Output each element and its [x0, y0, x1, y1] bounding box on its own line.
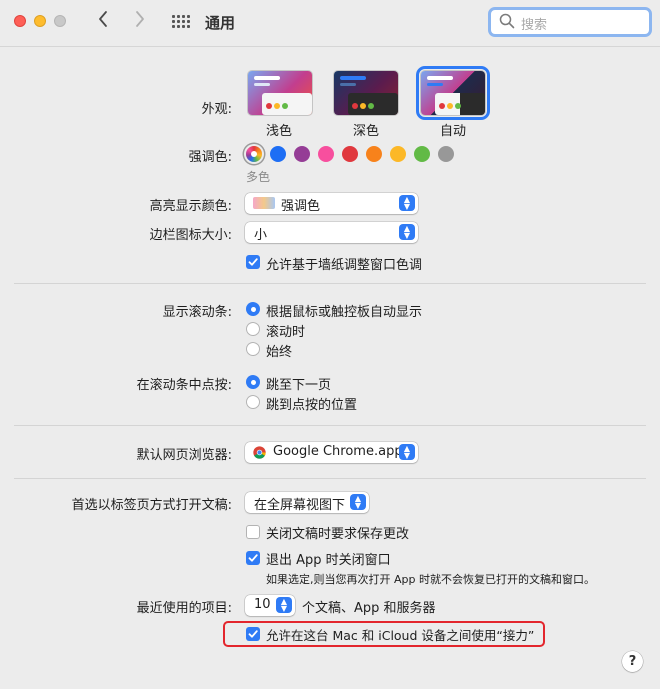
recent-items-popup[interactable]: 10 ▲ ▼ [245, 595, 295, 616]
titlebar: 通用 搜索 [0, 0, 660, 46]
highlight-color-label: 高亮显示颜色: [149, 199, 232, 214]
ask-save-label: 关闭文稿时要求保存更改 [266, 527, 410, 542]
accent-red[interactable] [342, 146, 358, 162]
scroll-click-next-page-radio[interactable] [246, 375, 260, 389]
scrollbars-scrolling-label: 滚动时 [266, 325, 306, 340]
section-divider [14, 478, 646, 479]
accent-pink[interactable] [318, 146, 334, 162]
default-browser-value: Google Chrome.app [273, 444, 403, 459]
scroll-click-next-page-label: 跳至下一页 [266, 378, 332, 393]
accent-multicolor[interactable] [246, 146, 262, 162]
titlebar-divider [0, 46, 660, 47]
close-window-button[interactable] [14, 15, 26, 27]
prefer-tabs-label: 首选以标签页方式打开文稿: [71, 498, 232, 513]
sidebar-icon-size-value: 小 [254, 228, 268, 243]
section-divider [14, 283, 646, 284]
accent-blue[interactable] [270, 146, 286, 162]
scrollbars-always-label: 始终 [266, 345, 293, 360]
appearance-dark-thumb[interactable] [333, 70, 399, 116]
show-all-grid-icon[interactable] [172, 15, 190, 29]
scroll-click-position-label: 跳到点按的位置 [266, 398, 358, 413]
accent-orange[interactable] [366, 146, 382, 162]
popup-chevron-icon: ▲ ▼ [399, 224, 415, 240]
recent-items-label: 最近使用的项目: [136, 601, 232, 616]
zoom-window-button[interactable] [54, 15, 66, 27]
appearance-light-thumb[interactable] [247, 70, 313, 116]
appearance-dark-label: 深色 [353, 124, 380, 139]
chrome-icon [253, 446, 266, 459]
search-input[interactable]: 搜索 [488, 7, 652, 37]
popup-chevron-icon: ▲ ▼ [350, 494, 366, 510]
scrollbars-scrolling-radio[interactable] [246, 322, 260, 336]
search-placeholder: 搜索 [521, 18, 548, 33]
show-scrollbars-label: 显示滚动条: [162, 305, 232, 320]
appearance-auto-label: 自动 [440, 124, 467, 139]
accent-selected-name: 多色 [246, 170, 271, 184]
wallpaper-tint-checkbox[interactable] [246, 255, 260, 269]
recent-items-suffix: 个文稿、App 和服务器 [302, 601, 436, 616]
handoff-highlight-box [223, 621, 545, 647]
accent-purple[interactable] [294, 146, 310, 162]
scrollbars-always-radio[interactable] [246, 342, 260, 356]
sidebar-icon-size-popup[interactable]: 小 ▲ ▼ [245, 222, 418, 243]
accent-yellow[interactable] [390, 146, 406, 162]
popup-chevron-icon: ▲ ▼ [276, 597, 292, 613]
appearance-auto-thumb[interactable] [416, 66, 490, 120]
highlight-color-popup[interactable]: 强调色 ▲ ▼ [245, 193, 418, 214]
close-windows-label: 退出 App 时关闭窗口 [266, 553, 391, 568]
window-title: 通用 [205, 14, 236, 32]
scrollbars-auto-radio[interactable] [246, 302, 260, 316]
accent-graphite[interactable] [438, 146, 454, 162]
close-windows-checkbox[interactable] [246, 551, 260, 565]
search-icon [499, 13, 515, 29]
scrollbars-auto-label: 根据鼠标或触控板自动显示 [266, 305, 423, 320]
scroll-click-label: 在滚动条中点按: [136, 378, 232, 393]
back-icon[interactable] [93, 10, 113, 34]
default-browser-popup[interactable]: Google Chrome.app ▲ ▼ [245, 442, 418, 463]
popup-chevron-icon: ▲ ▼ [399, 195, 415, 211]
section-divider [14, 425, 646, 426]
scroll-click-position-radio[interactable] [246, 395, 260, 409]
appearance-light-label: 浅色 [266, 124, 293, 139]
ask-save-checkbox[interactable] [246, 525, 260, 539]
accent-color-label: 强调色: [188, 150, 232, 165]
wallpaper-tint-label: 允许基于墙纸调整窗口色调 [266, 258, 423, 273]
forward-icon[interactable] [130, 10, 150, 34]
highlight-swatch-icon [253, 197, 275, 209]
prefer-tabs-value: 在全屏幕视图下 [254, 498, 346, 513]
accent-green[interactable] [414, 146, 430, 162]
help-button[interactable]: ? [622, 651, 643, 672]
recent-items-value: 10 [254, 597, 271, 612]
default-browser-label: 默认网页浏览器: [136, 448, 232, 463]
minimize-window-button[interactable] [34, 15, 46, 27]
highlight-color-value: 强调色 [281, 199, 321, 214]
sidebar-icon-size-label: 边栏图标大小: [149, 228, 232, 243]
prefer-tabs-popup[interactable]: 在全屏幕视图下 ▲ ▼ [245, 492, 369, 513]
appearance-label: 外观: [201, 102, 232, 117]
close-windows-note: 如果选定,则当您再次打开 App 时就不会恢复已打开的文稿和窗口。 [266, 573, 595, 586]
popup-chevron-icon: ▲ ▼ [399, 444, 415, 460]
